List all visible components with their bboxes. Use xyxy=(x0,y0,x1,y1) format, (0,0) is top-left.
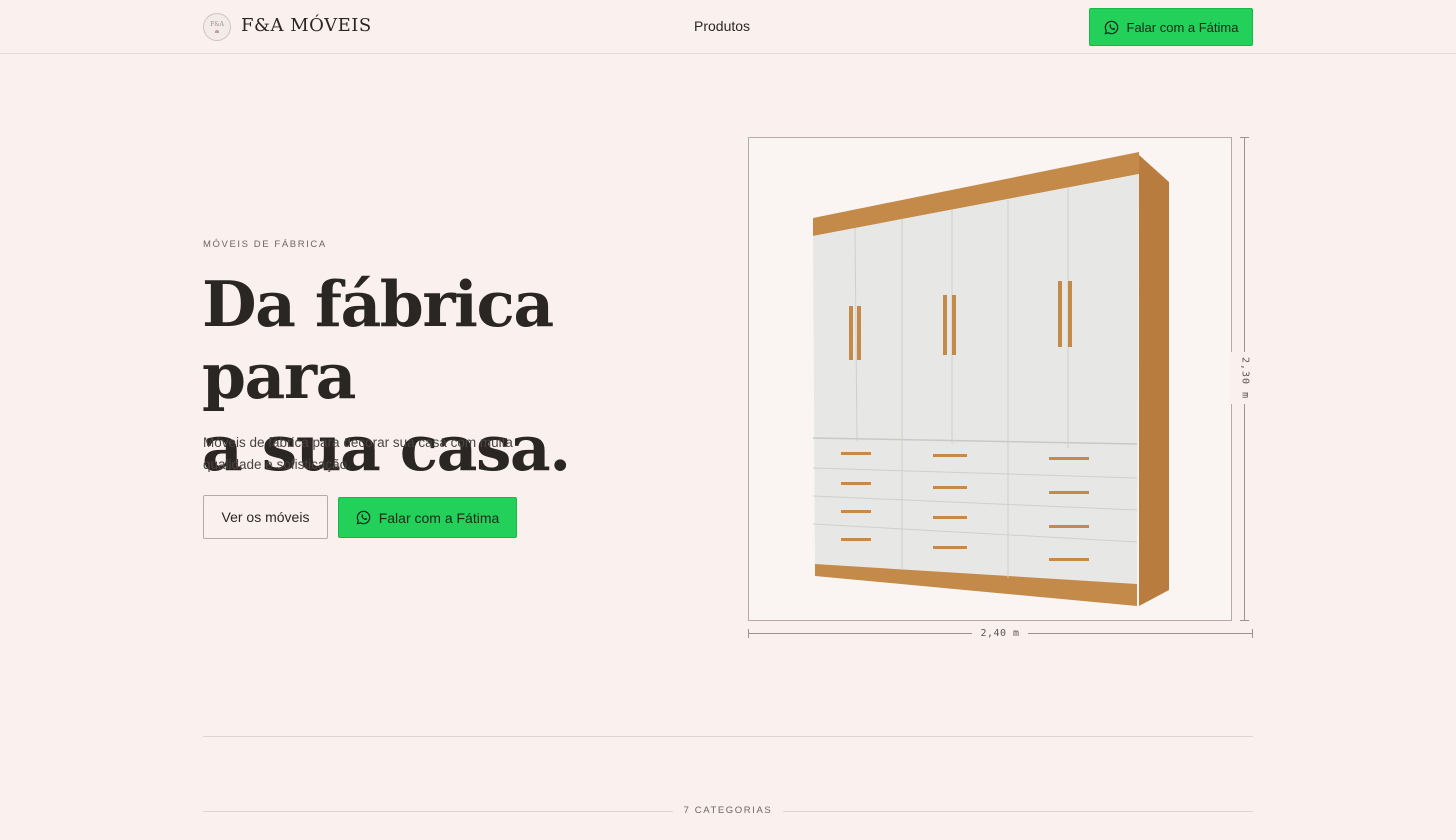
categories-rule-left xyxy=(203,811,673,812)
subtitle-line-1: Móveis de fábrica para decorar sua casa … xyxy=(203,435,513,450)
nav-link-produtos[interactable]: Produtos xyxy=(694,18,750,34)
height-dimension-text: 2,30 m xyxy=(1239,356,1251,400)
wardrobe-image xyxy=(812,152,1169,606)
logo-icon[interactable]: F&A xyxy=(203,13,231,41)
logo-text: F&A xyxy=(210,21,224,28)
hero-subtitle: Móveis de fábrica para decorar sua casa … xyxy=(203,432,563,476)
product-image-frame xyxy=(748,137,1232,621)
header-whatsapp-button[interactable]: Falar com a Fátima xyxy=(1089,8,1253,46)
categories-rule-right xyxy=(783,811,1253,812)
whatsapp-icon xyxy=(1104,20,1118,35)
hero-whatsapp-label: Falar com a Fátima xyxy=(378,509,500,526)
headline-line-1: Da fábrica para xyxy=(202,267,554,413)
site-header: F&A F&A MÓVEIS Produtos Falar com a Fáti… xyxy=(0,0,1456,54)
brand-name[interactable]: F&A MÓVEIS xyxy=(241,15,372,36)
height-dimension-label: 2,30 m xyxy=(1230,352,1260,404)
logo-mark xyxy=(215,30,219,33)
hero-eyebrow: MÓVEIS DE FÁBRICA xyxy=(203,239,327,250)
header-whatsapp-label: Falar com a Fátima xyxy=(1126,19,1239,35)
hero-whatsapp-button[interactable]: Falar com a Fátima xyxy=(338,497,517,538)
section-divider xyxy=(203,736,1253,737)
categories-count-label: 7 CATEGORIAS xyxy=(683,805,773,816)
width-dimension-label: 2,40 m xyxy=(972,627,1028,641)
whatsapp-icon xyxy=(356,510,370,525)
view-furniture-button[interactable]: Ver os móveis xyxy=(203,495,328,539)
subtitle-line-2: qualidade e sofisticação. xyxy=(203,457,351,472)
